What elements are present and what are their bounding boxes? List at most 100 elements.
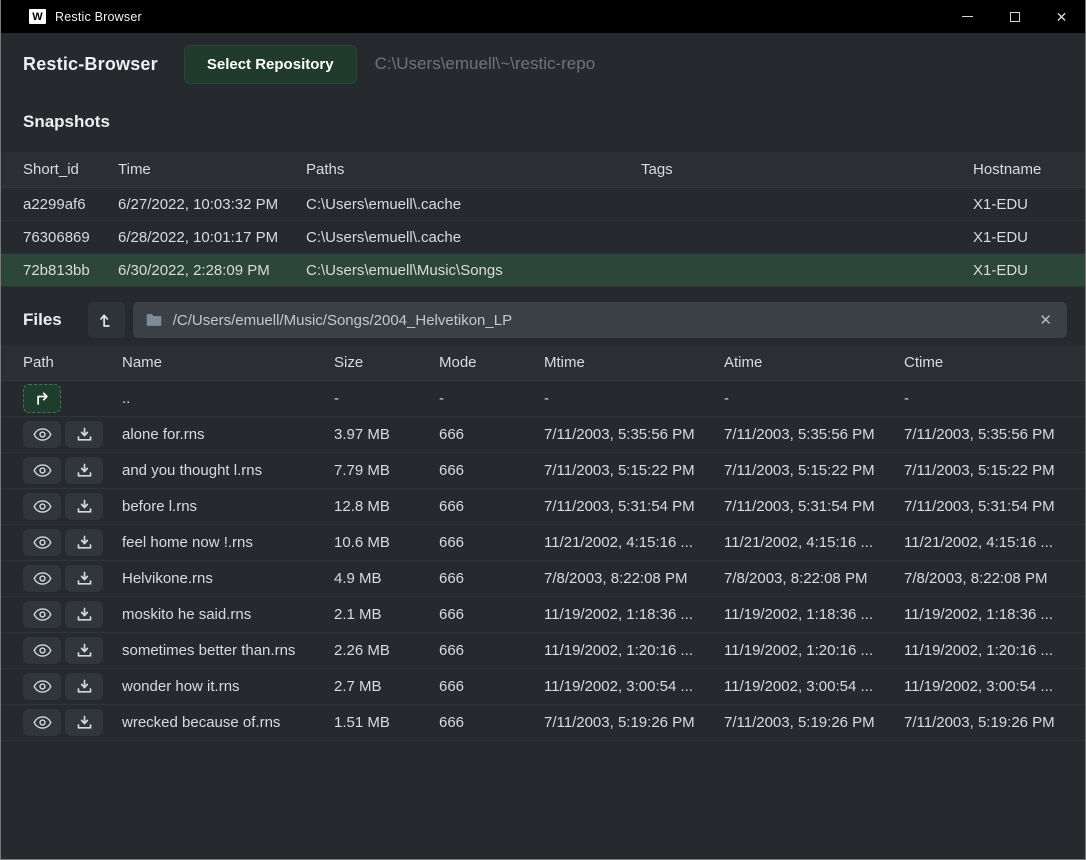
download-file-button[interactable] <box>65 637 103 664</box>
file-atime: 7/11/2003, 5:15:22 PM <box>724 462 904 479</box>
download-file-icon <box>76 606 93 623</box>
row-actions <box>23 565 122 592</box>
file-ctime: 7/11/2003, 5:35:56 PM <box>904 426 1085 443</box>
titlebar: W Restic Browser ✕ <box>1 0 1085 33</box>
clear-path-icon[interactable]: ✕ <box>1036 311 1055 329</box>
files-heading: Files <box>23 310 62 330</box>
snapshot-paths: C:\Users\emuell\.cache <box>306 196 641 213</box>
file-row[interactable]: moskito he said.rns2.1 MB66611/19/2002, … <box>1 597 1085 633</box>
snapshot-paths: C:\Users\emuell\Music\Songs <box>306 262 641 279</box>
column-header-path: Path <box>23 354 122 371</box>
view-file-button[interactable] <box>23 637 61 664</box>
download-file-button[interactable] <box>65 421 103 448</box>
file-mode: 666 <box>439 426 544 443</box>
file-row[interactable]: before l.rns12.8 MB6667/11/2003, 5:31:54… <box>1 489 1085 525</box>
parent-directory-row[interactable]: ..----- <box>1 381 1085 417</box>
view-file-button[interactable] <box>23 529 61 556</box>
download-file-button[interactable] <box>65 673 103 700</box>
select-repository-button[interactable]: Select Repository <box>184 45 357 84</box>
file-atime: 11/19/2002, 3:00:54 ... <box>724 678 904 695</box>
view-file-button[interactable] <box>23 601 61 628</box>
download-file-icon <box>76 426 93 443</box>
go-up-icon <box>33 389 52 408</box>
snapshot-hostname: X1-EDU <box>973 196 1085 213</box>
file-name: .. <box>122 390 334 407</box>
row-actions <box>23 637 122 664</box>
minimize-button[interactable] <box>944 0 991 33</box>
download-file-button[interactable] <box>65 493 103 520</box>
view-file-button[interactable] <box>23 421 61 448</box>
file-mtime: 7/11/2003, 5:19:26 PM <box>544 714 724 731</box>
file-row[interactable]: feel home now !.rns10.6 MB66611/21/2002,… <box>1 525 1085 561</box>
download-file-button[interactable] <box>65 457 103 484</box>
current-path-input[interactable] <box>173 312 1037 329</box>
file-ctime: 7/8/2003, 8:22:08 PM <box>904 570 1085 587</box>
file-row[interactable]: wonder how it.rns2.7 MB66611/19/2002, 3:… <box>1 669 1085 705</box>
file-ctime: 11/19/2002, 3:00:54 ... <box>904 678 1085 695</box>
file-row[interactable]: alone for.rns3.97 MB6667/11/2003, 5:35:5… <box>1 417 1085 453</box>
view-file-button[interactable] <box>23 565 61 592</box>
file-size: 2.7 MB <box>334 678 439 695</box>
file-size: 4.9 MB <box>334 570 439 587</box>
file-atime: - <box>724 390 904 407</box>
file-ctime: 11/19/2002, 1:20:16 ... <box>904 642 1085 659</box>
view-file-icon <box>33 463 52 478</box>
row-actions <box>23 529 122 556</box>
close-button[interactable]: ✕ <box>1038 0 1085 33</box>
file-row[interactable]: and you thought l.rns7.79 MB6667/11/2003… <box>1 453 1085 489</box>
file-name: moskito he said.rns <box>122 606 334 623</box>
files-table-body: ..-----alone for.rns3.97 MB6667/11/2003,… <box>1 381 1085 741</box>
file-mtime: 7/11/2003, 5:31:54 PM <box>544 498 724 515</box>
download-file-button[interactable] <box>65 529 103 556</box>
file-ctime: 7/11/2003, 5:19:26 PM <box>904 714 1085 731</box>
file-row[interactable]: sometimes better than.rns2.26 MB66611/19… <box>1 633 1085 669</box>
file-name: before l.rns <box>122 498 334 515</box>
column-header-atime: Atime <box>724 354 904 371</box>
maximize-button[interactable] <box>991 0 1038 33</box>
download-file-button[interactable] <box>65 709 103 736</box>
file-ctime: 11/21/2002, 4:15:16 ... <box>904 534 1085 551</box>
snapshot-row[interactable]: a2299af66/27/2022, 10:03:32 PMC:\Users\e… <box>1 188 1085 221</box>
file-mtime: - <box>544 390 724 407</box>
snapshot-row[interactable]: 72b813bb6/30/2022, 2:28:09 PMC:\Users\em… <box>1 254 1085 287</box>
repository-path: C:\Users\emuell\~\restic-repo <box>375 54 596 74</box>
view-file-button[interactable] <box>23 493 61 520</box>
parent-directory-button[interactable] <box>88 302 125 338</box>
snapshot-row[interactable]: 763068696/28/2022, 10:01:17 PMC:\Users\e… <box>1 221 1085 254</box>
open-parent-button[interactable] <box>23 384 61 413</box>
app-window: W Restic Browser ✕ Restic-Browser Select… <box>0 0 1086 860</box>
row-actions <box>23 457 122 484</box>
row-actions <box>23 709 122 736</box>
view-file-button[interactable] <box>23 457 61 484</box>
file-mtime: 7/11/2003, 5:35:56 PM <box>544 426 724 443</box>
file-row[interactable]: wrecked because of.rns1.51 MB6667/11/200… <box>1 705 1085 741</box>
file-mode: 666 <box>439 642 544 659</box>
app-header: Restic-Browser Select Repository C:\User… <box>1 33 1085 95</box>
file-ctime: 11/19/2002, 1:18:36 ... <box>904 606 1085 623</box>
file-mtime: 7/8/2003, 8:22:08 PM <box>544 570 724 587</box>
column-header-tags: Tags <box>641 161 973 178</box>
column-header-short-id: Short_id <box>23 161 118 178</box>
file-size: 1.51 MB <box>334 714 439 731</box>
file-ctime: 7/11/2003, 5:31:54 PM <box>904 498 1085 515</box>
file-size: 2.26 MB <box>334 642 439 659</box>
column-header-name: Name <box>122 354 334 371</box>
app-logo-icon: W <box>29 9 46 24</box>
download-file-button[interactable] <box>65 601 103 628</box>
snapshot-hostname: X1-EDU <box>973 229 1085 246</box>
view-file-icon <box>33 499 52 514</box>
download-file-button[interactable] <box>65 565 103 592</box>
window-title: Restic Browser <box>55 10 142 24</box>
file-atime: 7/11/2003, 5:19:26 PM <box>724 714 904 731</box>
view-file-button[interactable] <box>23 673 61 700</box>
file-mtime: 11/19/2002, 1:20:16 ... <box>544 642 724 659</box>
file-mode: 666 <box>439 462 544 479</box>
file-row[interactable]: Helvikone.rns4.9 MB6667/8/2003, 8:22:08 … <box>1 561 1085 597</box>
snapshots-table-header: Short_id Time Paths Tags Hostname <box>1 152 1085 188</box>
view-file-button[interactable] <box>23 709 61 736</box>
file-mode: 666 <box>439 570 544 587</box>
file-ctime: - <box>904 390 1085 407</box>
file-mode: 666 <box>439 534 544 551</box>
row-actions <box>23 601 122 628</box>
snapshot-time: 6/27/2022, 10:03:32 PM <box>118 196 306 213</box>
